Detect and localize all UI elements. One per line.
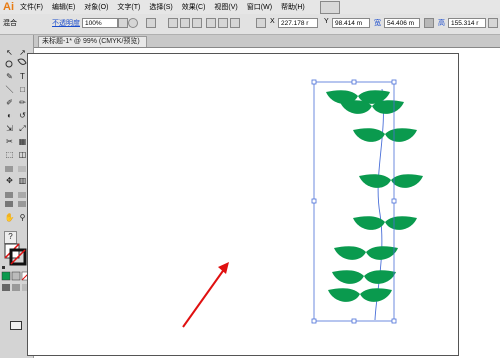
leaf-right[interactable] [391, 174, 423, 188]
leaf-right[interactable] [364, 270, 396, 284]
recolor-icon[interactable] [128, 18, 138, 28]
width-label: 宽 [374, 20, 381, 27]
screen-mode-icon[interactable] [10, 321, 22, 330]
align-bottom-icon[interactable] [230, 18, 240, 28]
eyedropper-tool-icon[interactable] [5, 166, 13, 172]
y-input[interactable]: 98.414 m [332, 18, 370, 28]
menu-object[interactable]: 对象(O) [84, 2, 108, 12]
selection-handle[interactable] [351, 318, 357, 324]
align-center-icon[interactable] [180, 18, 190, 28]
default-colors-icon[interactable] [2, 266, 5, 269]
slice-tool-icon[interactable] [18, 192, 26, 198]
menu-view[interactable]: 视图(V) [214, 2, 237, 12]
align-middle-icon[interactable] [218, 18, 228, 28]
leaf-left[interactable] [359, 174, 391, 188]
red-arrow-head [218, 262, 229, 274]
vine-stem[interactable] [374, 88, 384, 321]
draw-normal-icon[interactable] [2, 284, 10, 291]
menu-type[interactable]: 文字(T) [117, 2, 140, 12]
x-label: X [270, 18, 275, 25]
height-input[interactable]: 155.314 r [448, 18, 486, 28]
lasso-tool-icon[interactable] [17, 58, 27, 65]
options-bar: 混合 不透明度 100% X 227.178 r Y 98.414 m 宽 54… [0, 14, 500, 35]
selection-handle[interactable] [351, 79, 357, 85]
artwork-svg [182, 79, 423, 328]
menu-select[interactable]: 选择(S) [149, 2, 172, 12]
height-label: 高 [438, 20, 445, 27]
reference-point-icon[interactable] [256, 18, 266, 28]
document-tab[interactable]: 未标题-1* @ 99% (CMYK/预览) [38, 36, 147, 47]
color-mode-icon[interactable] [1, 271, 11, 281]
menu-list: 文件(F) 编辑(E) 对象(O) 文字(T) 选择(S) 效果(C) 视图(V… [20, 2, 305, 12]
menu-help[interactable]: 帮助(H) [281, 2, 305, 12]
draw-behind-icon[interactable] [12, 284, 20, 291]
menu-effect[interactable]: 效果(C) [182, 2, 206, 12]
menu-file[interactable]: 文件(F) [20, 2, 43, 12]
selection-handle[interactable] [311, 198, 317, 204]
eraser-tool-icon[interactable] [5, 201, 13, 207]
blend-label: 混合 [3, 20, 17, 27]
leaf-right[interactable] [360, 288, 392, 302]
artboard[interactable] [27, 53, 459, 356]
selection-handle[interactable] [311, 318, 317, 324]
selection-bounding-box[interactable] [313, 81, 395, 322]
leaf-left[interactable] [353, 128, 385, 142]
opacity-dropdown-button[interactable] [118, 18, 128, 28]
opacity-input[interactable]: 100% [82, 18, 118, 28]
leaf-left[interactable] [334, 246, 366, 260]
gradient-mode-icon[interactable] [11, 271, 21, 281]
leaf-left[interactable] [332, 270, 364, 284]
leaf-right[interactable] [366, 246, 398, 260]
magic-wand-icon[interactable] [5, 60, 13, 68]
leaf-left[interactable] [328, 288, 360, 302]
selection-handle[interactable] [391, 198, 397, 204]
workspace-switcher-button[interactable] [320, 1, 340, 14]
app-logo: Ai [3, 1, 14, 13]
align-top-icon[interactable] [206, 18, 216, 28]
align-options-icon[interactable] [146, 18, 156, 28]
opacity-label[interactable]: 不透明度 [52, 18, 80, 29]
selection-handle[interactable] [391, 79, 397, 85]
blend-tool-icon[interactable] [18, 166, 26, 172]
menu-window[interactable]: 窗口(W) [247, 2, 272, 12]
leaf-right[interactable] [385, 128, 417, 142]
red-arrow-line [182, 267, 226, 328]
artboard-tool-icon[interactable] [5, 192, 13, 198]
selection-handle[interactable] [311, 79, 317, 85]
menu-edit[interactable]: 编辑(E) [52, 2, 75, 12]
selection-handle[interactable] [391, 318, 397, 324]
options-menu-icon[interactable] [488, 18, 498, 28]
constrain-proportions-icon[interactable] [424, 18, 434, 28]
document-tab-bar: 未标题-1* @ 99% (CMYK/预览) [34, 35, 500, 48]
width-tool-icon[interactable] [18, 201, 26, 207]
y-label: Y [324, 18, 329, 25]
align-left-icon[interactable] [168, 18, 178, 28]
x-input[interactable]: 227.178 r [278, 18, 318, 28]
align-right-icon[interactable] [192, 18, 202, 28]
leaf-right[interactable] [385, 216, 417, 230]
width-input[interactable]: 54.406 m [384, 18, 420, 28]
menu-bar: Ai 文件(F) 编辑(E) 对象(O) 文字(T) 选择(S) 效果(C) 视… [0, 0, 500, 15]
